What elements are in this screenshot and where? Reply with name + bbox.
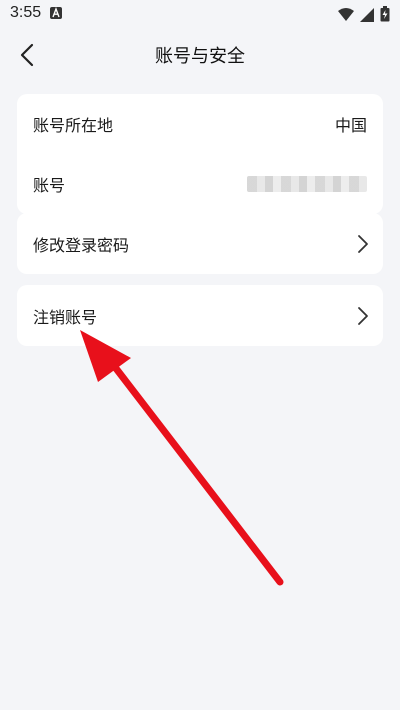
cancel-account-card: 注销账号 — [17, 285, 383, 346]
account-info-card: 账号所在地 中国 账号 — [17, 94, 383, 214]
region-value: 中国 — [334, 116, 367, 135]
cancel-account-row[interactable]: 注销账号 — [17, 285, 383, 346]
signal-icon — [360, 7, 374, 26]
region-label: 账号所在地 — [33, 116, 114, 135]
account-value-blurred — [247, 176, 367, 192]
cancel-account-label: 注销账号 — [33, 307, 98, 327]
battery-icon — [380, 6, 390, 26]
region-row: 账号所在地 中国 — [17, 94, 383, 154]
navigation-bar: 账号与安全 — [0, 28, 400, 80]
change-password-label: 修改登录密码 — [33, 235, 130, 255]
change-password-card: 修改登录密码 — [17, 213, 383, 274]
account-label: 账号 — [33, 176, 66, 195]
wifi-icon — [338, 7, 354, 26]
chevron-right-icon — [358, 235, 368, 253]
page-title: 账号与安全 — [155, 46, 245, 67]
change-password-row[interactable]: 修改登录密码 — [17, 213, 383, 274]
notification-app-icon — [50, 7, 62, 19]
chevron-right-icon — [358, 307, 368, 325]
account-row: 账号 — [17, 154, 383, 214]
status-time: 3:55 — [10, 4, 42, 21]
status-bar: 3:55 — [0, 0, 400, 28]
